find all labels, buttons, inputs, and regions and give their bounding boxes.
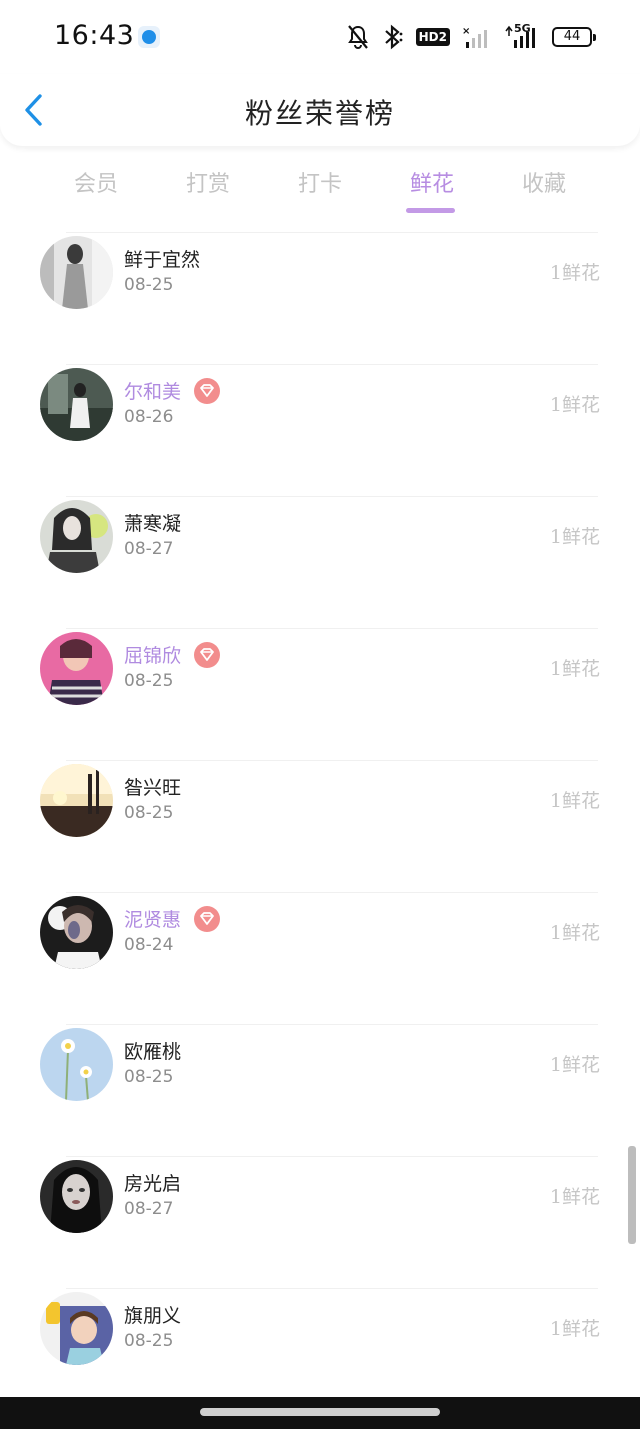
fan-date: 08-25 bbox=[124, 1331, 174, 1351]
avatar[interactable] bbox=[40, 500, 113, 573]
vip-badge bbox=[194, 642, 220, 668]
flower-count: 1鲜花 bbox=[549, 1054, 600, 1076]
list-item[interactable]: 欧雁桃 08-25 1鲜花 bbox=[0, 1024, 640, 1156]
header-bar: 粉丝荣誉榜 bbox=[0, 74, 640, 146]
fan-date: 08-26 bbox=[124, 407, 174, 427]
signal-icon: × bbox=[462, 26, 487, 48]
fan-name: 尔和美 bbox=[124, 381, 182, 403]
list-item[interactable]: 尔和美 08-26 1鲜花 bbox=[0, 364, 640, 496]
avatar[interactable] bbox=[40, 632, 113, 705]
list-item[interactable]: 房光启 08-27 1鲜花 bbox=[0, 1156, 640, 1288]
list-item[interactable]: 鲜于宜然 08-25 1鲜花 bbox=[0, 232, 640, 364]
list-item[interactable]: 屈锦欣 08-25 1鲜花 bbox=[0, 628, 640, 760]
system-icons: HD2 × 5G 44 bbox=[346, 22, 596, 52]
avatar[interactable] bbox=[40, 896, 113, 969]
fan-name: 旗朋义 bbox=[124, 1305, 182, 1327]
row-divider bbox=[66, 628, 598, 629]
system-navigation-bar bbox=[0, 1397, 640, 1429]
flower-count: 1鲜花 bbox=[549, 262, 600, 284]
fan-date: 08-25 bbox=[124, 275, 174, 295]
fan-date: 08-27 bbox=[124, 1199, 174, 1219]
status-bar: 16:43 HD2 × 5G 44 bbox=[0, 0, 640, 74]
vip-badge bbox=[194, 906, 220, 932]
fan-name: 屈锦欣 bbox=[124, 645, 182, 667]
row-divider bbox=[66, 892, 598, 893]
fan-name: 欧雁桃 bbox=[124, 1041, 182, 1063]
page-title: 粉丝荣誉榜 bbox=[244, 97, 395, 130]
network-label: 5G bbox=[514, 22, 531, 35]
avatar[interactable] bbox=[40, 1292, 113, 1365]
mute-bell-icon bbox=[347, 25, 368, 49]
tab-flowers[interactable]: 鲜花 bbox=[376, 166, 488, 214]
fan-name: 房光启 bbox=[124, 1173, 182, 1195]
home-indicator[interactable] bbox=[200, 1408, 440, 1416]
flower-count: 1鲜花 bbox=[549, 1318, 600, 1340]
fan-name: 鲜于宜然 bbox=[124, 249, 201, 271]
bluetooth-icon bbox=[384, 24, 403, 50]
avatar[interactable] bbox=[40, 764, 113, 837]
tab-favorites[interactable]: 收藏 bbox=[488, 166, 600, 214]
flower-count: 1鲜花 bbox=[549, 1186, 600, 1208]
flower-count: 1鲜花 bbox=[549, 394, 600, 416]
row-divider bbox=[66, 1288, 598, 1289]
svg-text:×: × bbox=[462, 26, 470, 37]
list-item[interactable]: 萧寒凝 08-27 1鲜花 bbox=[0, 496, 640, 628]
scrollbar[interactable] bbox=[628, 1146, 636, 1244]
fan-name: 泥贤惠 bbox=[124, 909, 182, 931]
row-divider bbox=[66, 760, 598, 761]
flower-count: 1鲜花 bbox=[549, 922, 600, 944]
diamond-icon bbox=[200, 384, 214, 397]
fan-date: 08-25 bbox=[124, 803, 174, 823]
row-divider bbox=[66, 1024, 598, 1025]
tab-membership[interactable]: 会员 bbox=[40, 166, 152, 214]
5g-signal-icon: 5G bbox=[504, 22, 540, 49]
flower-count: 1鲜花 bbox=[549, 526, 600, 548]
row-divider bbox=[66, 496, 598, 497]
fan-date: 08-27 bbox=[124, 539, 174, 559]
diamond-icon bbox=[200, 648, 214, 661]
status-time: 16:43 bbox=[54, 20, 135, 51]
avatar[interactable] bbox=[40, 236, 113, 309]
list-item[interactable]: 泥贤惠 08-24 1鲜花 bbox=[0, 892, 640, 1024]
avatar[interactable] bbox=[40, 1028, 113, 1101]
list-item[interactable]: 昝兴旺 08-25 1鲜花 bbox=[0, 760, 640, 892]
row-divider bbox=[66, 232, 598, 233]
tab-tips[interactable]: 打赏 bbox=[152, 166, 264, 214]
flower-count: 1鲜花 bbox=[549, 658, 600, 680]
vip-badge bbox=[194, 378, 220, 404]
fan-date: 08-24 bbox=[124, 935, 174, 955]
row-divider bbox=[66, 364, 598, 365]
flower-count: 1鲜花 bbox=[549, 790, 600, 812]
fan-date: 08-25 bbox=[124, 671, 174, 691]
fan-list: 鲜于宜然 08-25 1鲜花 尔和美 08-26 1鲜花 萧寒凝 08-27 1… bbox=[0, 232, 640, 1420]
tab-checkin[interactable]: 打卡 bbox=[264, 166, 376, 214]
avatar[interactable] bbox=[40, 368, 113, 441]
diamond-icon bbox=[200, 912, 214, 925]
avatar[interactable] bbox=[40, 1160, 113, 1233]
battery-icon: 44 bbox=[552, 27, 596, 47]
fan-date: 08-25 bbox=[124, 1067, 174, 1087]
app-notification-icon bbox=[138, 26, 160, 48]
tab-bar: 会员 打赏 打卡 鲜花 收藏 bbox=[40, 166, 600, 214]
row-divider bbox=[66, 1156, 598, 1157]
fan-name: 昝兴旺 bbox=[124, 777, 182, 799]
fan-name: 萧寒凝 bbox=[124, 513, 182, 535]
hd-voice-badge: HD2 bbox=[415, 28, 450, 46]
